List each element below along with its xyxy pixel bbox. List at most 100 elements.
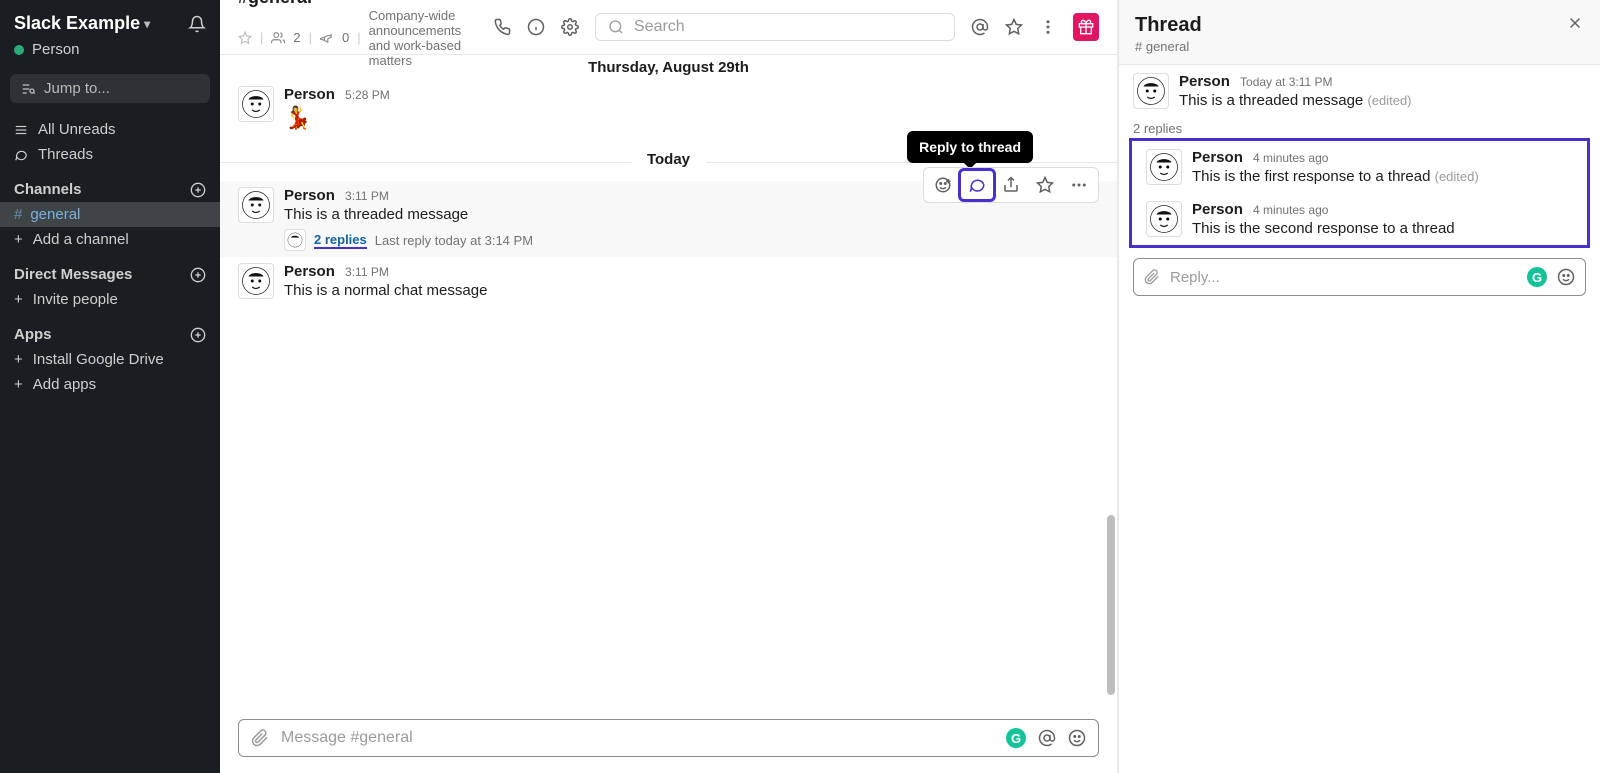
more-actions-icon[interactable] [1062,170,1096,200]
thread-summary[interactable]: 2 replies Last reply today at 3:14 PM [284,229,533,251]
thread-reply-input[interactable]: Reply... G [1133,258,1586,296]
install-google-drive-button[interactable]: + Install Google Drive [0,347,220,372]
message-author[interactable]: Person [284,187,335,204]
add-reaction-icon[interactable] [926,170,960,200]
section-apps[interactable]: Apps [0,312,220,347]
plus-icon: + [14,291,23,308]
add-channel-button[interactable]: + Add a channel [0,227,220,252]
invite-label: Invite people [33,291,118,308]
members-count: 2 [293,30,300,45]
edited-label: (edited) [1367,93,1411,108]
thread-icon [14,148,28,162]
thread-pane: Thread # general Person Today at 3:11 PM… [1118,0,1600,773]
channel-name: general [30,206,80,223]
members-icon[interactable] [271,31,285,45]
replies-highlight-box: Person 4 minutes ago This is the first r… [1129,138,1590,248]
add-app-icon[interactable] [190,327,206,343]
channel-general[interactable]: # general [0,202,220,227]
section-direct-messages[interactable]: Direct Messages [0,252,220,287]
more-vertical-icon[interactable] [1039,18,1057,36]
info-icon[interactable] [527,18,545,36]
mention-icon[interactable] [1038,729,1056,747]
message-time: 3:11 PM [345,189,389,203]
reply-count-link[interactable]: 2 replies [314,232,367,249]
sidebar: Slack Example ▾ Person Jump to... All Un… [0,0,220,773]
section-label: Channels [14,181,82,198]
message-text: This is a threaded message [284,206,533,223]
hash-icon: # [14,206,22,223]
message-text: This is the second response to a thread [1192,220,1455,237]
tooltip-reply-thread: Reply to thread [907,131,1033,163]
plus-icon: + [14,231,23,248]
gift-icon[interactable] [1073,13,1099,41]
section-channels[interactable]: Channels [0,167,220,202]
message-author[interactable]: Person [1179,73,1230,90]
message-row: Person 5:28 PM 💃 [220,80,1117,137]
workspace-switcher[interactable]: Slack Example ▾ [14,13,150,34]
pin-icon[interactable] [320,31,334,45]
message-time: Today at 3:11 PM [1240,75,1333,89]
message-text: This is a threaded message (edited) [1179,92,1412,109]
message-author[interactable]: Person [1192,149,1243,166]
message-list: Thursday, August 29th Person 5:28 PM 💃 T… [220,55,1117,709]
message-time: 4 minutes ago [1253,203,1328,217]
star-message-icon[interactable] [1028,170,1062,200]
add-dm-icon[interactable] [190,267,206,283]
nav-threads[interactable]: Threads [0,142,220,167]
plus-icon: + [14,351,23,368]
close-thread-icon[interactable] [1566,14,1584,32]
emoji-icon[interactable] [1068,729,1086,747]
date-divider: Thursday, August 29th [220,55,1117,80]
pin-count: 0 [342,30,349,45]
install-gdrive-label: Install Google Drive [33,351,164,368]
search-placeholder: Search [634,18,685,36]
message-text: This is a normal chat message [284,282,487,299]
scrollbar[interactable] [1107,515,1115,695]
grammarly-icon[interactable]: G [1527,267,1547,287]
message-time: 4 minutes ago [1253,151,1328,165]
user-presence[interactable]: Person [0,37,220,68]
nav-label: All Unreads [38,121,116,138]
emoji-icon[interactable] [1557,268,1575,286]
section-label: Direct Messages [14,266,132,283]
jump-to-input[interactable]: Jump to... [10,74,210,103]
message-author[interactable]: Person [284,86,335,103]
nav-all-unreads[interactable]: All Unreads [0,117,220,142]
add-apps-button[interactable]: + Add apps [0,372,220,397]
star-icon[interactable] [1005,18,1023,36]
message-actions-toolbar [923,167,1099,203]
message-author[interactable]: Person [1192,201,1243,218]
avatar[interactable] [238,263,274,299]
settings-gear-icon[interactable] [561,18,579,36]
avatar[interactable] [1133,73,1169,109]
reply-thread-icon[interactable] [960,170,994,200]
compose-placeholder: Message #general [281,729,994,747]
reply-avatar [284,229,306,251]
dancer-emoji: 💃 [284,105,390,131]
avatar[interactable] [238,187,274,223]
grammarly-icon[interactable]: G [1006,728,1026,748]
share-message-icon[interactable] [994,170,1028,200]
avatar[interactable] [1146,149,1182,185]
chevron-down-icon: ▾ [144,17,150,31]
presence-active-icon [14,45,24,55]
avatar[interactable] [1146,201,1182,237]
message-compose-input[interactable]: Message #general G [238,719,1099,757]
star-channel-icon[interactable] [238,31,252,45]
mentions-icon[interactable] [971,18,989,36]
message-author[interactable]: Person [284,263,335,280]
channel-title: #general [238,0,477,8]
search-input[interactable]: Search [595,13,955,41]
main-pane: #general | 2 | 0 | Company-wide announce… [220,0,1118,773]
call-icon[interactable] [493,18,511,36]
add-apps-label: Add apps [33,376,96,393]
attach-file-icon[interactable] [251,729,269,747]
list-icon [14,123,28,137]
add-channel-label: Add a channel [33,231,129,248]
attach-file-icon[interactable] [1144,269,1160,285]
avatar[interactable] [238,86,274,122]
add-channel-icon[interactable] [190,182,206,198]
notifications-bell-icon[interactable] [188,15,206,33]
thread-reply: Person 4 minutes ago This is the first r… [1132,141,1587,193]
invite-people-button[interactable]: + Invite people [0,287,220,312]
